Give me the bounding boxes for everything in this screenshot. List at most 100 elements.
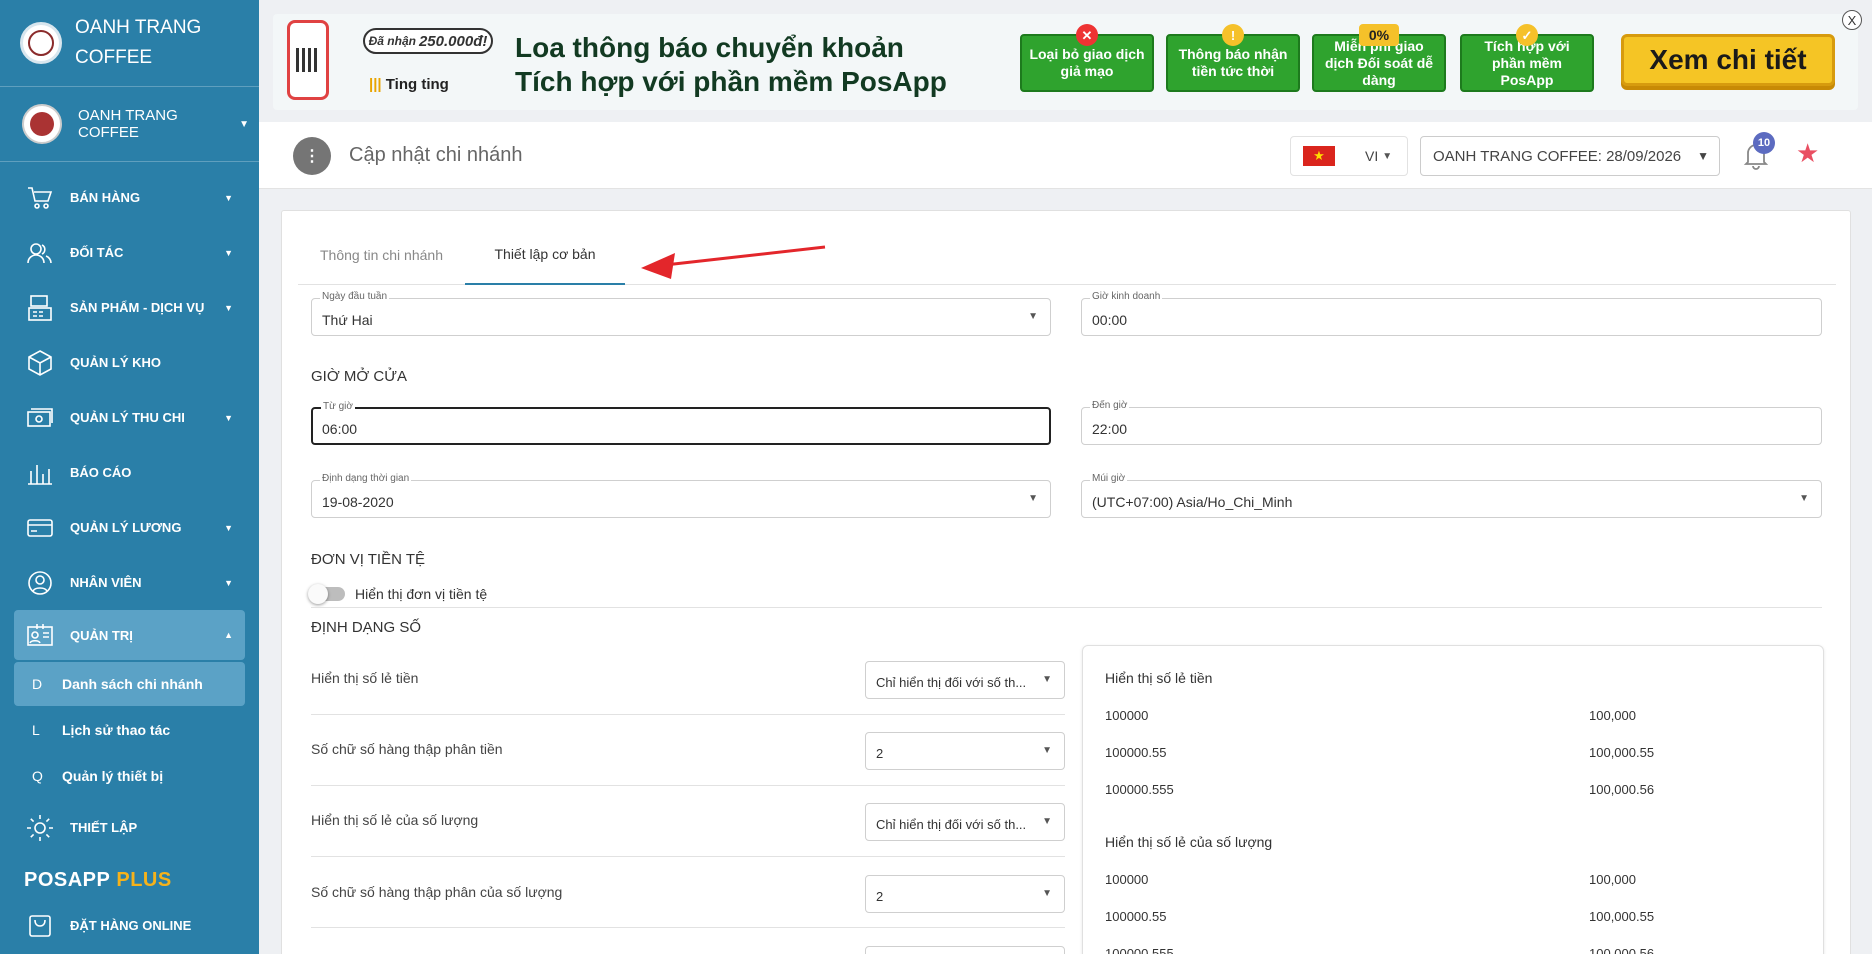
select-value: 2: [876, 889, 884, 904]
divider: [311, 607, 1822, 608]
tab-basic-settings[interactable]: Thiết lập cơ bản: [465, 225, 625, 285]
field-value: 19-08-2020: [322, 494, 394, 510]
business-hour-input[interactable]: Giờ kinh doanh 00:00: [1081, 291, 1822, 336]
currency-heading: ĐƠN VỊ TIỀN TỆ: [311, 551, 425, 568]
bell-alert-icon: !: [1222, 24, 1244, 46]
shopping-bag-icon: [26, 912, 54, 940]
menu-item-payroll[interactable]: QUẢN LÝ LƯƠNG ▼: [0, 500, 259, 555]
menu-item-online-order[interactable]: ĐẶT HÀNG ONLINE: [0, 898, 259, 953]
divider: [311, 714, 1065, 715]
chevron-down-icon: ▼: [224, 577, 233, 588]
menu-label: QUẢN LÝ THU CHI: [70, 410, 185, 425]
menu-item-warehouse[interactable]: QUẢN LÝ KHO: [0, 335, 259, 390]
menu-item-cashflow[interactable]: QUẢN LÝ THU CHI ▼: [0, 390, 259, 445]
plus-a: POSAPP: [24, 869, 111, 891]
chevron-down-icon: ▼: [1042, 745, 1052, 756]
chevron-down-icon: ▼: [224, 302, 233, 313]
store-date-select[interactable]: OANH TRANG COFFEE: 28/09/2026 ▼: [1420, 136, 1720, 176]
qty-decimals-select[interactable]: 2 ▼: [865, 875, 1065, 913]
feature-text: Thông báo nhận tiền tức thời: [1178, 46, 1288, 79]
field-label: Định dạng thời gian: [320, 473, 412, 484]
date-format-select[interactable]: Định dạng thời gian 19-08-2020 ▼: [311, 473, 1051, 518]
select-value: Chỉ hiển thị đối với số th...: [876, 675, 1027, 690]
card-icon: [26, 514, 54, 542]
menu-label: NHÂN VIÊN: [70, 575, 142, 590]
week-start-select[interactable]: Ngày đầu tuần Thứ Hai ▼: [311, 291, 1051, 336]
ting-ting-label: ||| Ting ting: [369, 76, 449, 93]
preview-money-title: Hiển thị số lẻ tiền: [1105, 670, 1213, 686]
settings-card: Thông tin chi nhánh Thiết lập cơ bản Ngà…: [281, 210, 1851, 954]
star-icon[interactable]: ★: [1796, 138, 1819, 169]
menu-item-products[interactable]: SẢN PHẨM - DỊCH VỤ ▼: [0, 280, 259, 335]
feature-box: ! Thông báo nhận tiền tức thời: [1166, 24, 1300, 92]
menu-label: BÁO CÁO: [70, 465, 132, 480]
check-icon: ✓: [1516, 24, 1538, 46]
divider: [311, 927, 1065, 928]
submenu-devices[interactable]: Q Quản lý thiết bị: [14, 754, 245, 798]
submenu-history[interactable]: L Lịch sử thao tác: [14, 708, 245, 752]
menu-label: THIẾT LẬP: [70, 820, 138, 835]
field-value: 06:00: [322, 421, 358, 437]
menu-item-admin[interactable]: QUẢN TRỊ ▲: [14, 610, 245, 660]
menu-label: QUẢN LÝ KHO: [70, 355, 161, 370]
menu-item-settings[interactable]: THIẾT LẬP: [0, 800, 259, 855]
view-details-button[interactable]: Xem chi tiết: [1621, 34, 1835, 86]
menu-item-staff[interactable]: NHÂN VIÊN ▼: [0, 555, 259, 610]
zero-percent-badge: 0%: [1359, 24, 1399, 46]
main-menu: BÁN HÀNG ▼ ĐỐI TÁC ▼ SẢN PHẨM - DỊCH VỤ …: [0, 162, 259, 953]
decimal-money-select[interactable]: Chỉ hiển thị đối với số th... ▼: [865, 661, 1065, 699]
menu-item-partners[interactable]: ĐỐI TÁC ▼: [0, 225, 259, 280]
chevron-down-icon: ▼: [239, 118, 249, 130]
vietnam-flag-icon: ★: [1303, 146, 1335, 166]
to-hour-input[interactable]: Đến giờ 22:00: [1081, 400, 1822, 445]
feature-box: ✕ Loại bỏ giao dịch giả mạo: [1020, 24, 1154, 92]
bar-chart-icon: [26, 459, 54, 487]
chevron-down-icon: ▼: [1697, 149, 1709, 163]
ting-text: Ting ting: [385, 76, 449, 93]
users-icon: [26, 239, 54, 267]
opening-hours-heading: GIỜ MỞ CỬA: [311, 368, 408, 385]
next-select[interactable]: [865, 946, 1065, 954]
cart-icon: [26, 184, 54, 212]
currency-toggle[interactable]: [308, 584, 345, 604]
chevron-down-icon: ▼: [1042, 888, 1052, 899]
qty-decimals-label: Số chữ số hàng thập phân của số lượng: [311, 884, 563, 900]
menu-item-reports[interactable]: BÁO CÁO: [0, 445, 259, 500]
preview-formatted: 100,000: [1589, 708, 1636, 723]
chevron-down-icon: ▼: [224, 522, 233, 533]
menu-item-sales[interactable]: BÁN HÀNG ▼: [0, 170, 259, 225]
store-selector[interactable]: OANH TRANG COFFEE ▼: [0, 87, 259, 162]
top-bar: ⋮ Cập nhật chi nhánh ★ VI ▼ OANH TRANG C…: [259, 122, 1872, 189]
speaker-device-image: [287, 20, 329, 100]
menu-label: ĐỐI TÁC: [70, 245, 124, 260]
field-label: Ngày đầu tuần: [320, 291, 390, 302]
preview-raw: 100000.55: [1105, 745, 1167, 760]
brand-header[interactable]: OANH TRANG COFFEE: [0, 0, 259, 87]
language-selector[interactable]: ★ VI ▼: [1290, 136, 1408, 176]
decimal-qty-select[interactable]: Chỉ hiển thị đối với số th... ▼: [865, 803, 1065, 841]
store-name: OANH TRANG COFFEE: [78, 107, 178, 141]
field-value: Thứ Hai: [322, 312, 373, 328]
more-vertical-icon[interactable]: ⋮: [293, 137, 331, 175]
from-hour-input[interactable]: Từ giờ 06:00: [311, 401, 1051, 445]
brand-name: OANH TRANG COFFEE: [75, 17, 202, 68]
register-icon: [26, 294, 54, 322]
sidebar: OANH TRANG COFFEE OANH TRANG COFFEE ▼ BÁ…: [0, 0, 259, 954]
divider: [311, 785, 1065, 786]
posapp-plus-heading: POSAPP PLUS: [0, 855, 259, 898]
tab-branch-info[interactable]: Thông tin chi nhánh: [298, 225, 465, 285]
chevron-down-icon: ▼: [224, 412, 233, 423]
select-value: 2: [876, 746, 884, 761]
page-title: Cập nhật chi nhánh: [349, 144, 523, 166]
submenu-letter: Q: [32, 768, 43, 784]
close-banner-button[interactable]: X: [1842, 10, 1862, 30]
money-decimals-select[interactable]: 2 ▼: [865, 732, 1065, 770]
person-icon: [26, 569, 54, 597]
submenu-branch-list[interactable]: D Danh sách chi nhánh: [14, 662, 245, 706]
chevron-down-icon: ▼: [224, 247, 233, 258]
ad-banner[interactable]: Đã nhận 250.000đ! ||| Ting ting Loa thông…: [273, 14, 1858, 110]
money-icon: [26, 404, 54, 432]
chevron-down-icon: ▼: [1042, 674, 1052, 685]
preview-raw: 100000.555: [1105, 946, 1174, 954]
timezone-select[interactable]: Múi giờ (UTC+07:00) Asia/Ho_Chi_Minh ▼: [1081, 473, 1822, 518]
